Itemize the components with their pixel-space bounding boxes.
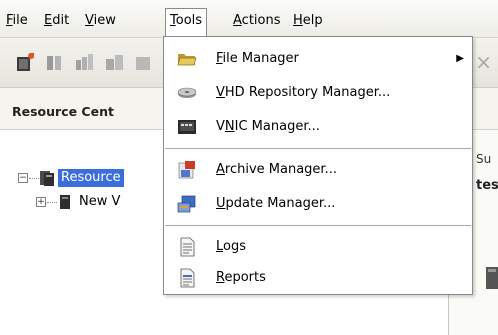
menu-item-label: VNIC Manager... (216, 119, 320, 134)
menu-item-label: Update Manager... (216, 196, 336, 211)
menu-edit-mnemonic: E (44, 13, 53, 28)
update-icon (177, 194, 197, 214)
log-document-icon (177, 237, 197, 257)
network-card-icon (177, 117, 197, 137)
menu-item-logs[interactable]: Logs (164, 230, 472, 264)
menu-view-label: iew (93, 13, 116, 28)
menu-item-label: Reports (216, 270, 266, 285)
menu-item-vhd-repository-manager[interactable]: VHD Repository Manager... (164, 76, 472, 110)
server-stack-icon[interactable] (104, 51, 126, 73)
menu-view-mnemonic: V (85, 13, 94, 28)
resource-pool-icon (39, 169, 55, 187)
menu-help-mnemonic: H (293, 13, 303, 28)
submenu-arrow-icon: ▶ (456, 53, 464, 64)
menu-view[interactable]: View (81, 9, 120, 33)
summary-tab[interactable]: Su (476, 152, 491, 166)
folder-icon (177, 49, 197, 69)
menu-actions-mnemonic: A (233, 13, 242, 28)
resource-icon (482, 265, 498, 291)
menu-bar: File Edit View Tools Actions Help (0, 0, 498, 38)
tree-connector (47, 202, 57, 203)
menu-tools[interactable]: Tools (165, 8, 208, 36)
menu-item-label: File Manager (216, 51, 299, 66)
partial-toolbar-icon[interactable] (134, 51, 156, 73)
menu-actions[interactable]: Actions (229, 9, 285, 33)
menu-tools-label: ools (175, 13, 203, 28)
menu-item-update-manager[interactable]: Update Manager... (164, 187, 472, 221)
menu-separator (165, 225, 471, 226)
server-group-icon[interactable] (74, 51, 96, 73)
menu-edit[interactable]: Edit (40, 9, 73, 33)
menu-item-vnic-manager[interactable]: VNIC Manager... (164, 110, 472, 144)
menu-file-label: ile (12, 13, 28, 28)
tree-node-new-v[interactable]: New V (76, 193, 123, 211)
detail-heading: tes (476, 178, 498, 193)
menu-item-reports[interactable]: Reports (164, 261, 472, 295)
menu-help-label: elp (302, 13, 323, 28)
server-node-icon (57, 193, 73, 211)
menu-file[interactable]: File (2, 9, 32, 33)
tree-node-resource[interactable]: Resource (58, 169, 124, 187)
menu-separator (165, 148, 471, 149)
server-icon[interactable] (44, 51, 66, 73)
tools-menu-dropdown: File Manager ▶ VHD Repository Manager...… (163, 36, 473, 295)
expand-icon[interactable]: + (36, 197, 46, 207)
menu-help[interactable]: Help (289, 9, 327, 33)
menu-item-label: Logs (216, 239, 246, 254)
tree-connector (29, 178, 39, 179)
report-document-icon (177, 268, 197, 288)
new-resource-icon[interactable] (14, 51, 36, 73)
close-icon[interactable]: × (475, 50, 492, 74)
disk-icon (177, 83, 197, 103)
menu-item-file-manager[interactable]: File Manager ▶ (164, 42, 472, 76)
menu-item-label: Archive Manager... (216, 162, 337, 177)
menu-item-label: VHD Repository Manager... (216, 85, 391, 100)
archive-icon (177, 160, 197, 180)
menu-edit-label: dit (52, 13, 70, 28)
menu-actions-label: ctions (241, 13, 281, 28)
collapse-icon[interactable]: − (18, 173, 28, 183)
resource-center-title: Resource Cent (12, 104, 114, 119)
menu-item-archive-manager[interactable]: Archive Manager... (164, 153, 472, 187)
